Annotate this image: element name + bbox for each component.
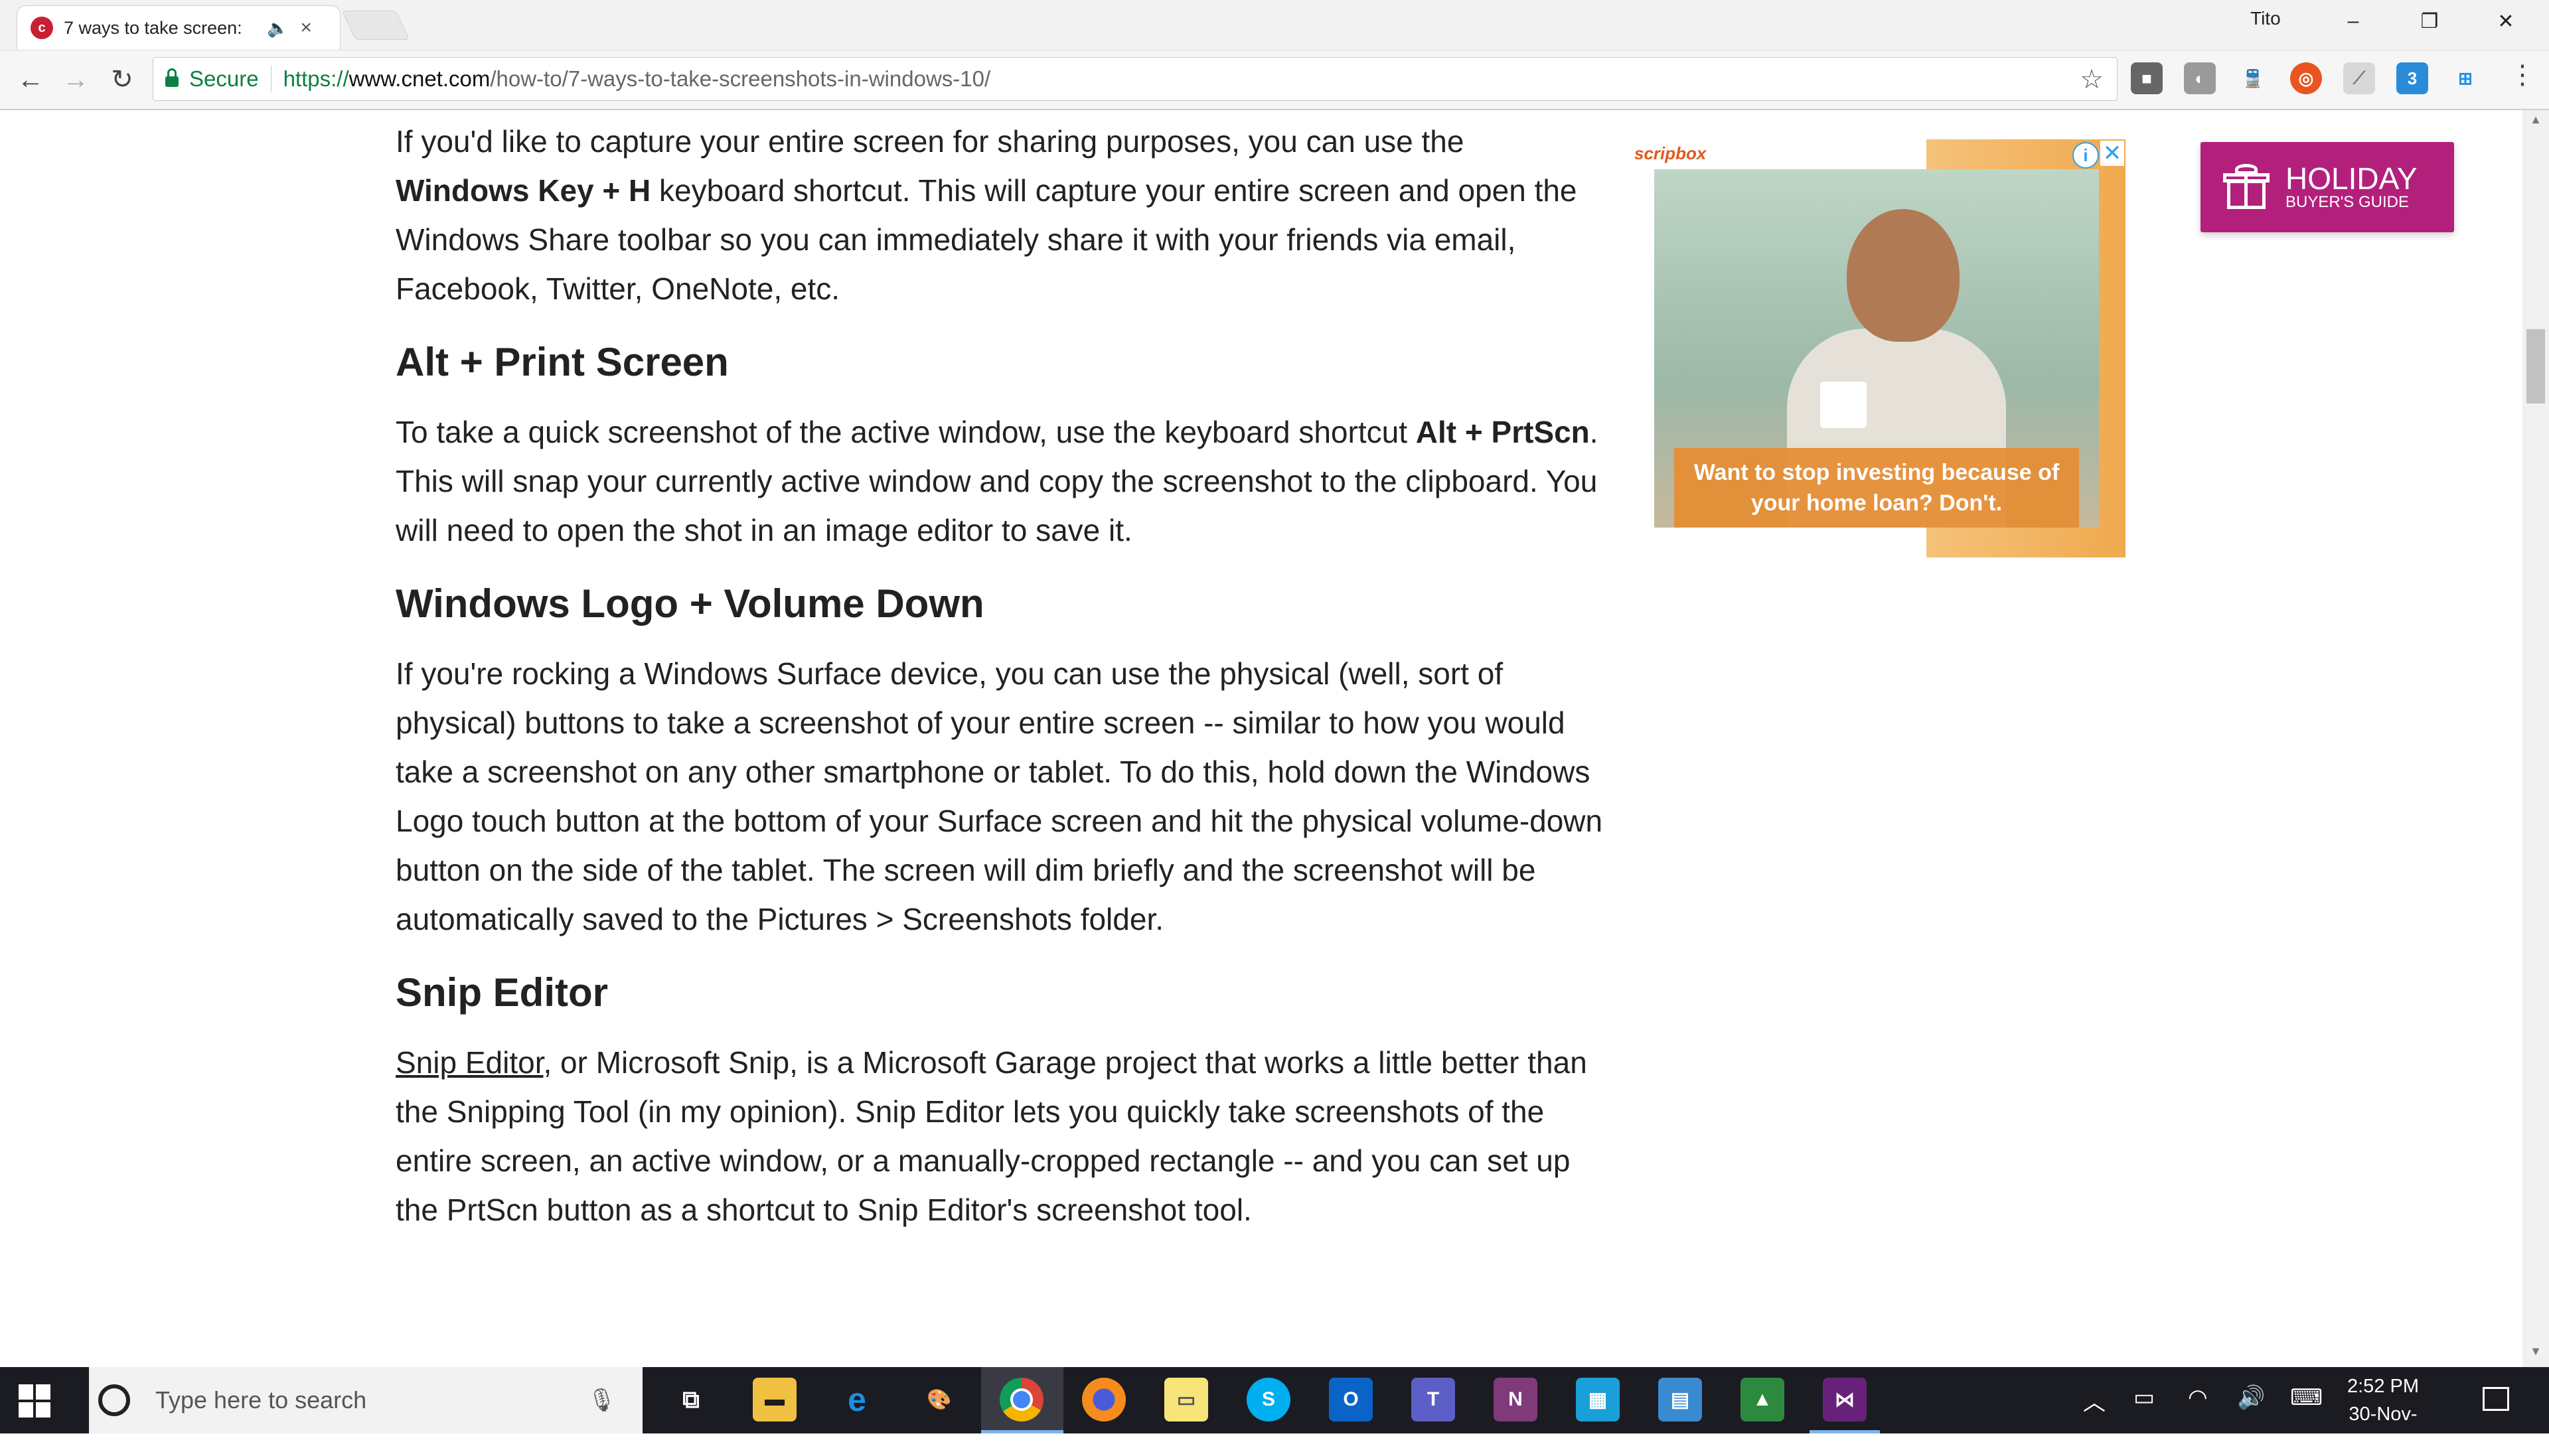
visual-studio-underline bbox=[1810, 1430, 1880, 1433]
ad-info-icon[interactable]: i bbox=[2072, 142, 2099, 169]
back-button[interactable]: ← bbox=[13, 62, 48, 97]
tab-title: 7 ways to take screen: bbox=[64, 17, 242, 38]
file-explorer-icon[interactable]: ▬ bbox=[753, 1378, 797, 1421]
firefox-icon[interactable] bbox=[1082, 1378, 1126, 1421]
window-user-name[interactable]: Tito bbox=[2250, 8, 2281, 29]
show-hidden-icons-icon[interactable]: ︿ bbox=[2083, 1384, 2106, 1417]
taskbar-clock[interactable]: 2:52 PM 30-Nov-17 bbox=[2343, 1372, 2423, 1456]
action-center-icon[interactable] bbox=[2483, 1387, 2509, 1411]
volume-icon[interactable]: 🔊 bbox=[2237, 1384, 2265, 1411]
ad-photo: Want to stop investing because of your h… bbox=[1654, 169, 2099, 528]
article-body: If you'd like to capture your entire scr… bbox=[396, 117, 1604, 1257]
heading-volume-down: Windows Logo + Volume Down bbox=[396, 581, 984, 626]
wifi-icon[interactable]: ◠ bbox=[2188, 1384, 2208, 1411]
restore-button[interactable]: ❐ bbox=[2393, 1, 2466, 41]
browser-titlebar: c 7 ways to take screen: 🔈 × Tito – ❐ ✕ bbox=[0, 0, 2549, 50]
ad-person-head bbox=[1847, 209, 1960, 342]
outlook-icon[interactable]: O bbox=[1329, 1378, 1373, 1421]
scroll-up-icon[interactable]: ▲ bbox=[2526, 113, 2545, 133]
heading-alt-print-screen: Alt + Print Screen bbox=[396, 340, 729, 384]
windows-taskbar: Type here to search 🎙 ⧉ ▬ e 🎨 ▭ S O T N … bbox=[0, 1367, 2549, 1453]
pdf-icon[interactable]: ⟋ bbox=[2343, 62, 2375, 94]
onenote-icon[interactable]: N bbox=[1494, 1378, 1537, 1421]
url-domain: www.cnet.com bbox=[348, 66, 491, 91]
ad-cup bbox=[1820, 382, 1867, 428]
minimize-button[interactable]: – bbox=[2317, 1, 2390, 41]
clock-time: 2:52 PM bbox=[2347, 1376, 2419, 1397]
visual-studio-icon[interactable]: ⋈ bbox=[1823, 1378, 1867, 1421]
close-window-button[interactable]: ✕ bbox=[2469, 1, 2542, 41]
p4-text: , or Microsoft Snip, is a Microsoft Gara… bbox=[396, 1045, 1587, 1227]
scroll-down-icon[interactable]: ▼ bbox=[2526, 1345, 2545, 1364]
p1-text1: If you'd like to capture your entire scr… bbox=[396, 124, 1464, 159]
ad-close-icon[interactable]: ✕ bbox=[2100, 141, 2124, 166]
menu-icon[interactable]: ⋮ bbox=[2509, 60, 2536, 90]
paragraph-snip: Snip Editor, or Microsoft Snip, is a Mic… bbox=[396, 1038, 1604, 1234]
holiday-title: HOLIDAY bbox=[2285, 161, 2418, 196]
browser-tab[interactable]: c 7 ways to take screen: 🔈 × bbox=[17, 5, 341, 50]
microphone-icon[interactable]: 🎙 bbox=[587, 1387, 616, 1414]
address-bar[interactable]: Secure https://www.cnet.com/how-to/7-way… bbox=[153, 57, 2118, 101]
paragraph-surface: If you're rocking a Windows Surface devi… bbox=[396, 656, 1603, 936]
advertisement[interactable]: scripbox Want to stop investing because … bbox=[1634, 139, 2125, 557]
edge-icon[interactable]: e bbox=[835, 1378, 879, 1421]
tab-audio-icon[interactable]: 🔈 bbox=[267, 18, 288, 38]
start-button[interactable] bbox=[19, 1384, 52, 1418]
scroll-thumb[interactable] bbox=[2526, 329, 2545, 403]
browser-toolbar: ← → ↻ Secure https://www.cnet.com/how-to… bbox=[0, 50, 2549, 110]
p2-shortcut: Alt + PrtScn bbox=[1415, 415, 1590, 449]
new-tab-button[interactable] bbox=[341, 11, 410, 40]
holiday-buyers-guide-button[interactable]: HOLIDAY BUYER'S GUIDE bbox=[2201, 142, 2454, 232]
cortana-icon[interactable] bbox=[98, 1384, 130, 1416]
ad-caption: Want to stop investing because of your h… bbox=[1674, 448, 2079, 528]
snip-editor-link[interactable]: Snip Editor bbox=[396, 1045, 543, 1080]
tab-close-icon[interactable]: × bbox=[300, 17, 312, 39]
url-path: /how-to/7-ways-to-take-screenshots-in-wi… bbox=[490, 66, 991, 91]
holiday-subtitle: BUYER'S GUIDE bbox=[2285, 193, 2409, 211]
skype-icon[interactable]: S bbox=[1247, 1378, 1290, 1421]
heading-snip-editor: Snip Editor bbox=[396, 970, 608, 1015]
bookmark-star-icon[interactable]: ☆ bbox=[2080, 64, 2104, 95]
p1-shortcut: Windows Key + H bbox=[396, 173, 651, 208]
shield-icon[interactable]: ◐ bbox=[2184, 62, 2216, 94]
gift-icon bbox=[2223, 164, 2270, 210]
url-scheme: https:// bbox=[283, 66, 349, 91]
search-placeholder: Type here to search bbox=[155, 1386, 367, 1414]
clock-date: 30-Nov-17 bbox=[2349, 1404, 2418, 1453]
lock-icon bbox=[165, 68, 179, 87]
azure-storage-icon[interactable]: ▦ bbox=[1576, 1378, 1620, 1421]
paragraph-share: If you'd like to capture your entire scr… bbox=[396, 117, 1604, 313]
page-scrollbar[interactable] bbox=[2522, 110, 2549, 1371]
reload-button[interactable]: ↻ bbox=[105, 62, 139, 97]
secure-label: Secure bbox=[189, 66, 259, 91]
teams-icon[interactable]: T bbox=[1411, 1378, 1455, 1421]
sticky-notes-icon[interactable]: ▭ bbox=[1164, 1378, 1208, 1421]
forward-button[interactable]: → bbox=[58, 62, 93, 97]
chrome-underline bbox=[981, 1430, 1063, 1433]
ubuntu-icon[interactable]: ◎ bbox=[2290, 62, 2322, 94]
battery-icon[interactable]: ▭ bbox=[2133, 1384, 2155, 1411]
train-icon[interactable]: 🚆 bbox=[2237, 62, 2269, 94]
ad-brand: scripbox bbox=[1634, 143, 1707, 163]
chrome-icon[interactable] bbox=[1000, 1378, 1043, 1421]
css-icon[interactable]: 3 bbox=[2396, 62, 2428, 94]
task-view-icon[interactable]: ⧉ bbox=[669, 1378, 713, 1421]
stylus-icon[interactable]: ■ bbox=[2131, 62, 2163, 94]
taskbar-search[interactable]: Type here to search 🎙 bbox=[89, 1367, 643, 1433]
paint-icon[interactable]: 🎨 bbox=[917, 1378, 961, 1421]
windows-icon[interactable]: ⊞ bbox=[2449, 62, 2481, 94]
remote-desktop-icon[interactable]: ▤ bbox=[1658, 1378, 1702, 1421]
p2-text1: To take a quick screenshot of the active… bbox=[396, 415, 1416, 449]
cnet-favicon-icon: c bbox=[31, 17, 53, 39]
paragraph-alt: To take a quick screenshot of the active… bbox=[396, 407, 1604, 555]
excel-chart-icon[interactable]: ▲ bbox=[1740, 1378, 1784, 1421]
keyboard-icon[interactable]: ⌨ bbox=[2290, 1384, 2323, 1411]
